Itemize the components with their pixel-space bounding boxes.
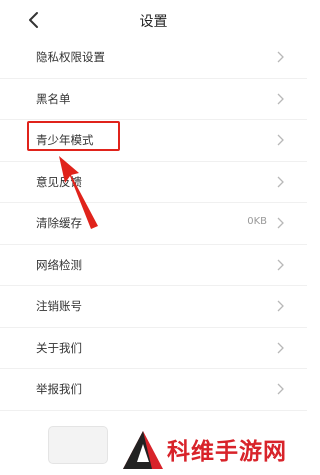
menu-item-label: 举报我们 — [36, 382, 82, 396]
chevron-right-icon — [277, 259, 284, 270]
watermark-text: 科维手游网 — [167, 439, 287, 465]
page-title: 设置 — [139, 14, 168, 30]
cache-size-value: 0KB — [247, 216, 267, 227]
menu-item-network-check[interactable]: 网络检测 — [0, 245, 307, 286]
chevron-right-icon — [277, 383, 284, 395]
menu-item-label: 黑名单 — [36, 91, 71, 106]
menu-item-privacy[interactable]: 隐私权限设置 — [0, 37, 307, 79]
chevron-right-icon — [277, 176, 284, 187]
chevron-right-icon — [277, 134, 284, 146]
menu-item-about[interactable]: 关于我们 — [0, 328, 307, 369]
header-bar: 设置 — [0, 0, 307, 40]
menu-item-label: 网络检测 — [36, 257, 82, 272]
bottom-button[interactable] — [48, 426, 108, 464]
menu-item-clear-cache[interactable]: 清除缓存 0KB — [0, 203, 307, 245]
chevron-right-icon — [277, 342, 284, 353]
chevron-right-icon — [277, 51, 284, 63]
settings-list: 隐私权限设置 黑名单 青少年模式 意见反馈 清除缓存 0KB 网络检测 注销账号… — [0, 37, 307, 411]
chevron-right-icon — [277, 93, 284, 104]
menu-item-label: 关于我们 — [36, 340, 82, 355]
highlight-annotation-box — [27, 121, 120, 151]
chevron-right-icon — [277, 217, 284, 229]
menu-item-label: 注销账号 — [36, 299, 82, 313]
menu-item-label: 清除缓存 — [36, 216, 82, 230]
chevron-right-icon — [277, 300, 284, 312]
menu-item-report[interactable]: 举报我们 — [0, 369, 307, 411]
menu-item-label: 隐私权限设置 — [36, 50, 105, 64]
menu-item-cancel-account[interactable]: 注销账号 — [0, 286, 307, 328]
menu-item-blacklist[interactable]: 黑名单 — [0, 79, 307, 120]
watermark-logo-icon — [123, 431, 163, 469]
menu-item-feedback[interactable]: 意见反馈 — [0, 162, 307, 203]
menu-item-label: 意见反馈 — [36, 174, 82, 189]
watermark: 科维手游网 — [122, 428, 307, 475]
